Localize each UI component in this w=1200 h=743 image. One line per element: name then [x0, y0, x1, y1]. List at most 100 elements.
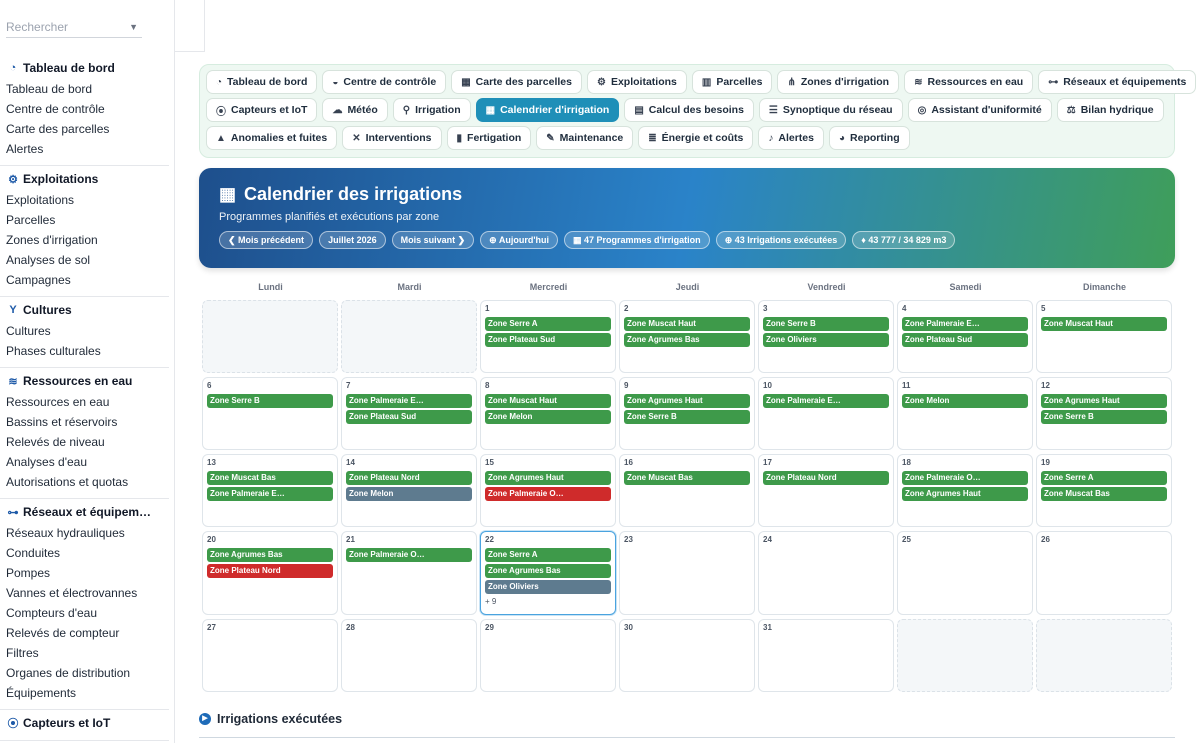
module-tab-button[interactable]: ▦ Calendrier d'irrigation [475, 98, 620, 122]
sidebar-item[interactable]: Relevés de niveau [0, 432, 169, 452]
sidebar-item[interactable]: Campagnes [0, 270, 169, 290]
sidebar-item[interactable]: Vannes et électrovannes [0, 583, 169, 603]
day-cell[interactable]: 4 Zone Palmeraie E… Zone Plateau Sud [897, 300, 1033, 373]
day-cell[interactable]: 8 Zone Muscat Haut Zone Melon [480, 377, 616, 450]
irrigation-event[interactable]: Zone Plateau Nord [346, 471, 472, 485]
day-cell[interactable]: 22 Zone Serre A Zone Agrumes Bas Zone Olivi… [480, 531, 616, 615]
prev-month-button[interactable]: ❮ Mois précédent [219, 231, 314, 249]
day-cell[interactable]: 17 Zone Plateau Nord [758, 454, 894, 527]
sidebar-section-header[interactable]: Y Cultures [0, 299, 169, 321]
irrigation-event[interactable]: Zone Serre A [485, 548, 611, 562]
module-tab-button[interactable]: ≋ Ressources en eau [904, 70, 1034, 94]
day-cell[interactable]: 31 [758, 619, 894, 692]
irrigation-event[interactable]: Zone Oliviers [763, 333, 889, 347]
sidebar-item[interactable]: Compteurs d'eau [0, 603, 169, 623]
day-cell[interactable]: 1 Zone Serre A Zone Plateau Sud [480, 300, 616, 373]
irrigation-event[interactable]: Zone Serre B [207, 394, 333, 408]
day-cell[interactable]: 30 [619, 619, 755, 692]
sidebar-item[interactable]: Analyses d'eau [0, 452, 169, 472]
sidebar-item[interactable]: Filtres [0, 643, 169, 663]
day-cell[interactable]: 20 Zone Agrumes Bas Zone Plateau Nord [202, 531, 338, 615]
irrigation-event[interactable]: Zone Melon [902, 394, 1028, 408]
day-cell[interactable]: 28 [341, 619, 477, 692]
sidebar-item[interactable]: Zones d'irrigation [0, 230, 169, 250]
sidebar-item[interactable]: Conduites [0, 543, 169, 563]
irrigation-event[interactable]: Zone Palmeraie E… [763, 394, 889, 408]
irrigation-event[interactable]: Zone Plateau Nord [763, 471, 889, 485]
irrigation-event[interactable]: Zone Palmeraie O… [485, 487, 611, 501]
day-cell[interactable]: 14 Zone Plateau Nord Zone Melon [341, 454, 477, 527]
chevron-down-icon[interactable]: ▼ [129, 16, 138, 38]
search-input[interactable]: Rechercher ▼ [6, 16, 142, 38]
irrigation-event[interactable]: Zone Serre A [1041, 471, 1167, 485]
sidebar-item[interactable]: Tableau de bord [0, 79, 169, 99]
sidebar-item[interactable]: Parcelles [0, 210, 169, 230]
module-tab-button[interactable]: ◔ Tableau de bord [206, 70, 318, 94]
day-cell[interactable]: 27 [202, 619, 338, 692]
executed-section-header[interactable]: ▶ Irrigations exécutées [199, 712, 342, 726]
sidebar-section-header[interactable]: ≋ Ressources en eau [0, 370, 169, 392]
day-cell[interactable]: 24 [758, 531, 894, 615]
module-tab-button[interactable]: ⊶ Réseaux et équipements [1038, 70, 1197, 94]
irrigation-event[interactable]: Zone Agrumes Haut [1041, 394, 1167, 408]
module-tab-button[interactable]: ▮ Fertigation [446, 126, 532, 150]
irrigation-event[interactable]: Zone Plateau Nord [207, 564, 333, 578]
sidebar-section-header[interactable]: ⦿ Capteurs et IoT [0, 712, 169, 734]
sidebar-section-header[interactable]: ⊶ Réseaux et équipem… [0, 501, 169, 523]
module-tab-button[interactable]: ≣ Énergie et coûts [638, 126, 754, 150]
today-button[interactable]: ⊕ Aujourd'hui [480, 231, 558, 249]
irrigation-event[interactable]: Zone Muscat Haut [1041, 317, 1167, 331]
module-tab-button[interactable]: ⋔ Zones d'irrigation [777, 70, 900, 94]
module-tab-button[interactable]: ⚖ Bilan hydrique [1056, 98, 1164, 122]
irrigation-event[interactable]: Zone Oliviers [485, 580, 611, 594]
day-cell[interactable]: 21 Zone Palmeraie O… [341, 531, 477, 615]
day-cell[interactable]: 29 [480, 619, 616, 692]
irrigation-event[interactable]: Zone Palmeraie E… [902, 317, 1028, 331]
next-month-button[interactable]: Mois suivant ❯ [391, 231, 475, 249]
sidebar-item[interactable]: Équipements [0, 683, 169, 703]
irrigation-event[interactable]: Zone Muscat Bas [624, 471, 750, 485]
day-cell[interactable]: 9 Zone Agrumes Haut Zone Serre B [619, 377, 755, 450]
module-tab-button[interactable]: ▥ Parcelles [691, 70, 773, 94]
irrigation-event[interactable]: Zone Agrumes Haut [624, 394, 750, 408]
module-tab-button[interactable]: ⚙ Exploitations [586, 70, 687, 94]
irrigation-event[interactable]: Zone Agrumes Haut [485, 471, 611, 485]
module-tab-button[interactable]: ☰ Synoptique du réseau [758, 98, 903, 122]
irrigation-event[interactable]: Zone Agrumes Bas [485, 564, 611, 578]
more-events-link[interactable]: + 9 [485, 597, 611, 606]
day-cell[interactable]: 2 Zone Muscat Haut Zone Agrumes Bas [619, 300, 755, 373]
irrigation-event[interactable]: Zone Serre B [763, 317, 889, 331]
module-tab-button[interactable]: ◎ Assistant d'uniformité [907, 98, 1052, 122]
day-cell[interactable]: 3 Zone Serre B Zone Oliviers [758, 300, 894, 373]
irrigation-event[interactable]: Zone Plateau Sud [346, 410, 472, 424]
module-tab-button[interactable]: ✕ Interventions [342, 126, 442, 150]
day-cell[interactable]: 12 Zone Agrumes Haut Zone Serre B [1036, 377, 1172, 450]
sidebar-item[interactable]: Autorisations et quotas [0, 472, 169, 492]
sidebar-item[interactable]: Analyses de sol [0, 250, 169, 270]
irrigation-event[interactable]: Zone Muscat Haut [624, 317, 750, 331]
day-cell[interactable]: 7 Zone Palmeraie E… Zone Plateau Sud [341, 377, 477, 450]
day-cell[interactable]: 11 Zone Melon [897, 377, 1033, 450]
sidebar-item[interactable]: Réseaux hydrauliques [0, 523, 169, 543]
module-tab-button[interactable]: ◕ Reporting [828, 126, 910, 150]
module-tab-button[interactable]: ▤ Calcul des besoins [624, 98, 754, 122]
sidebar-section-header[interactable]: ◔ Tableau de bord [0, 57, 169, 79]
sidebar-item[interactable]: Ressources en eau [0, 392, 169, 412]
irrigation-event[interactable]: Zone Palmeraie E… [207, 487, 333, 501]
sidebar-section-header[interactable]: ⚙ Exploitations [0, 168, 169, 190]
irrigation-event[interactable]: Zone Serre A [485, 317, 611, 331]
day-cell[interactable]: 16 Zone Muscat Bas [619, 454, 755, 527]
day-cell[interactable]: 19 Zone Serre A Zone Muscat Bas [1036, 454, 1172, 527]
sidebar-item[interactable]: Centre de contrôle [0, 99, 169, 119]
sidebar-item[interactable]: Organes de distribution [0, 663, 169, 683]
sidebar-item[interactable]: Phases culturales [0, 341, 169, 361]
sidebar-item[interactable]: Bassins et réservoirs [0, 412, 169, 432]
sidebar-item[interactable]: Pompes [0, 563, 169, 583]
sidebar-item[interactable]: Alertes [0, 139, 169, 159]
day-cell[interactable]: 6 Zone Serre B [202, 377, 338, 450]
day-cell[interactable]: 10 Zone Palmeraie E… [758, 377, 894, 450]
sidebar-item[interactable]: Exploitations [0, 190, 169, 210]
module-tab-button[interactable]: ✎ Maintenance [536, 126, 634, 150]
sidebar-item[interactable]: Carte des parcelles [0, 119, 169, 139]
irrigation-event[interactable]: Zone Muscat Bas [207, 471, 333, 485]
